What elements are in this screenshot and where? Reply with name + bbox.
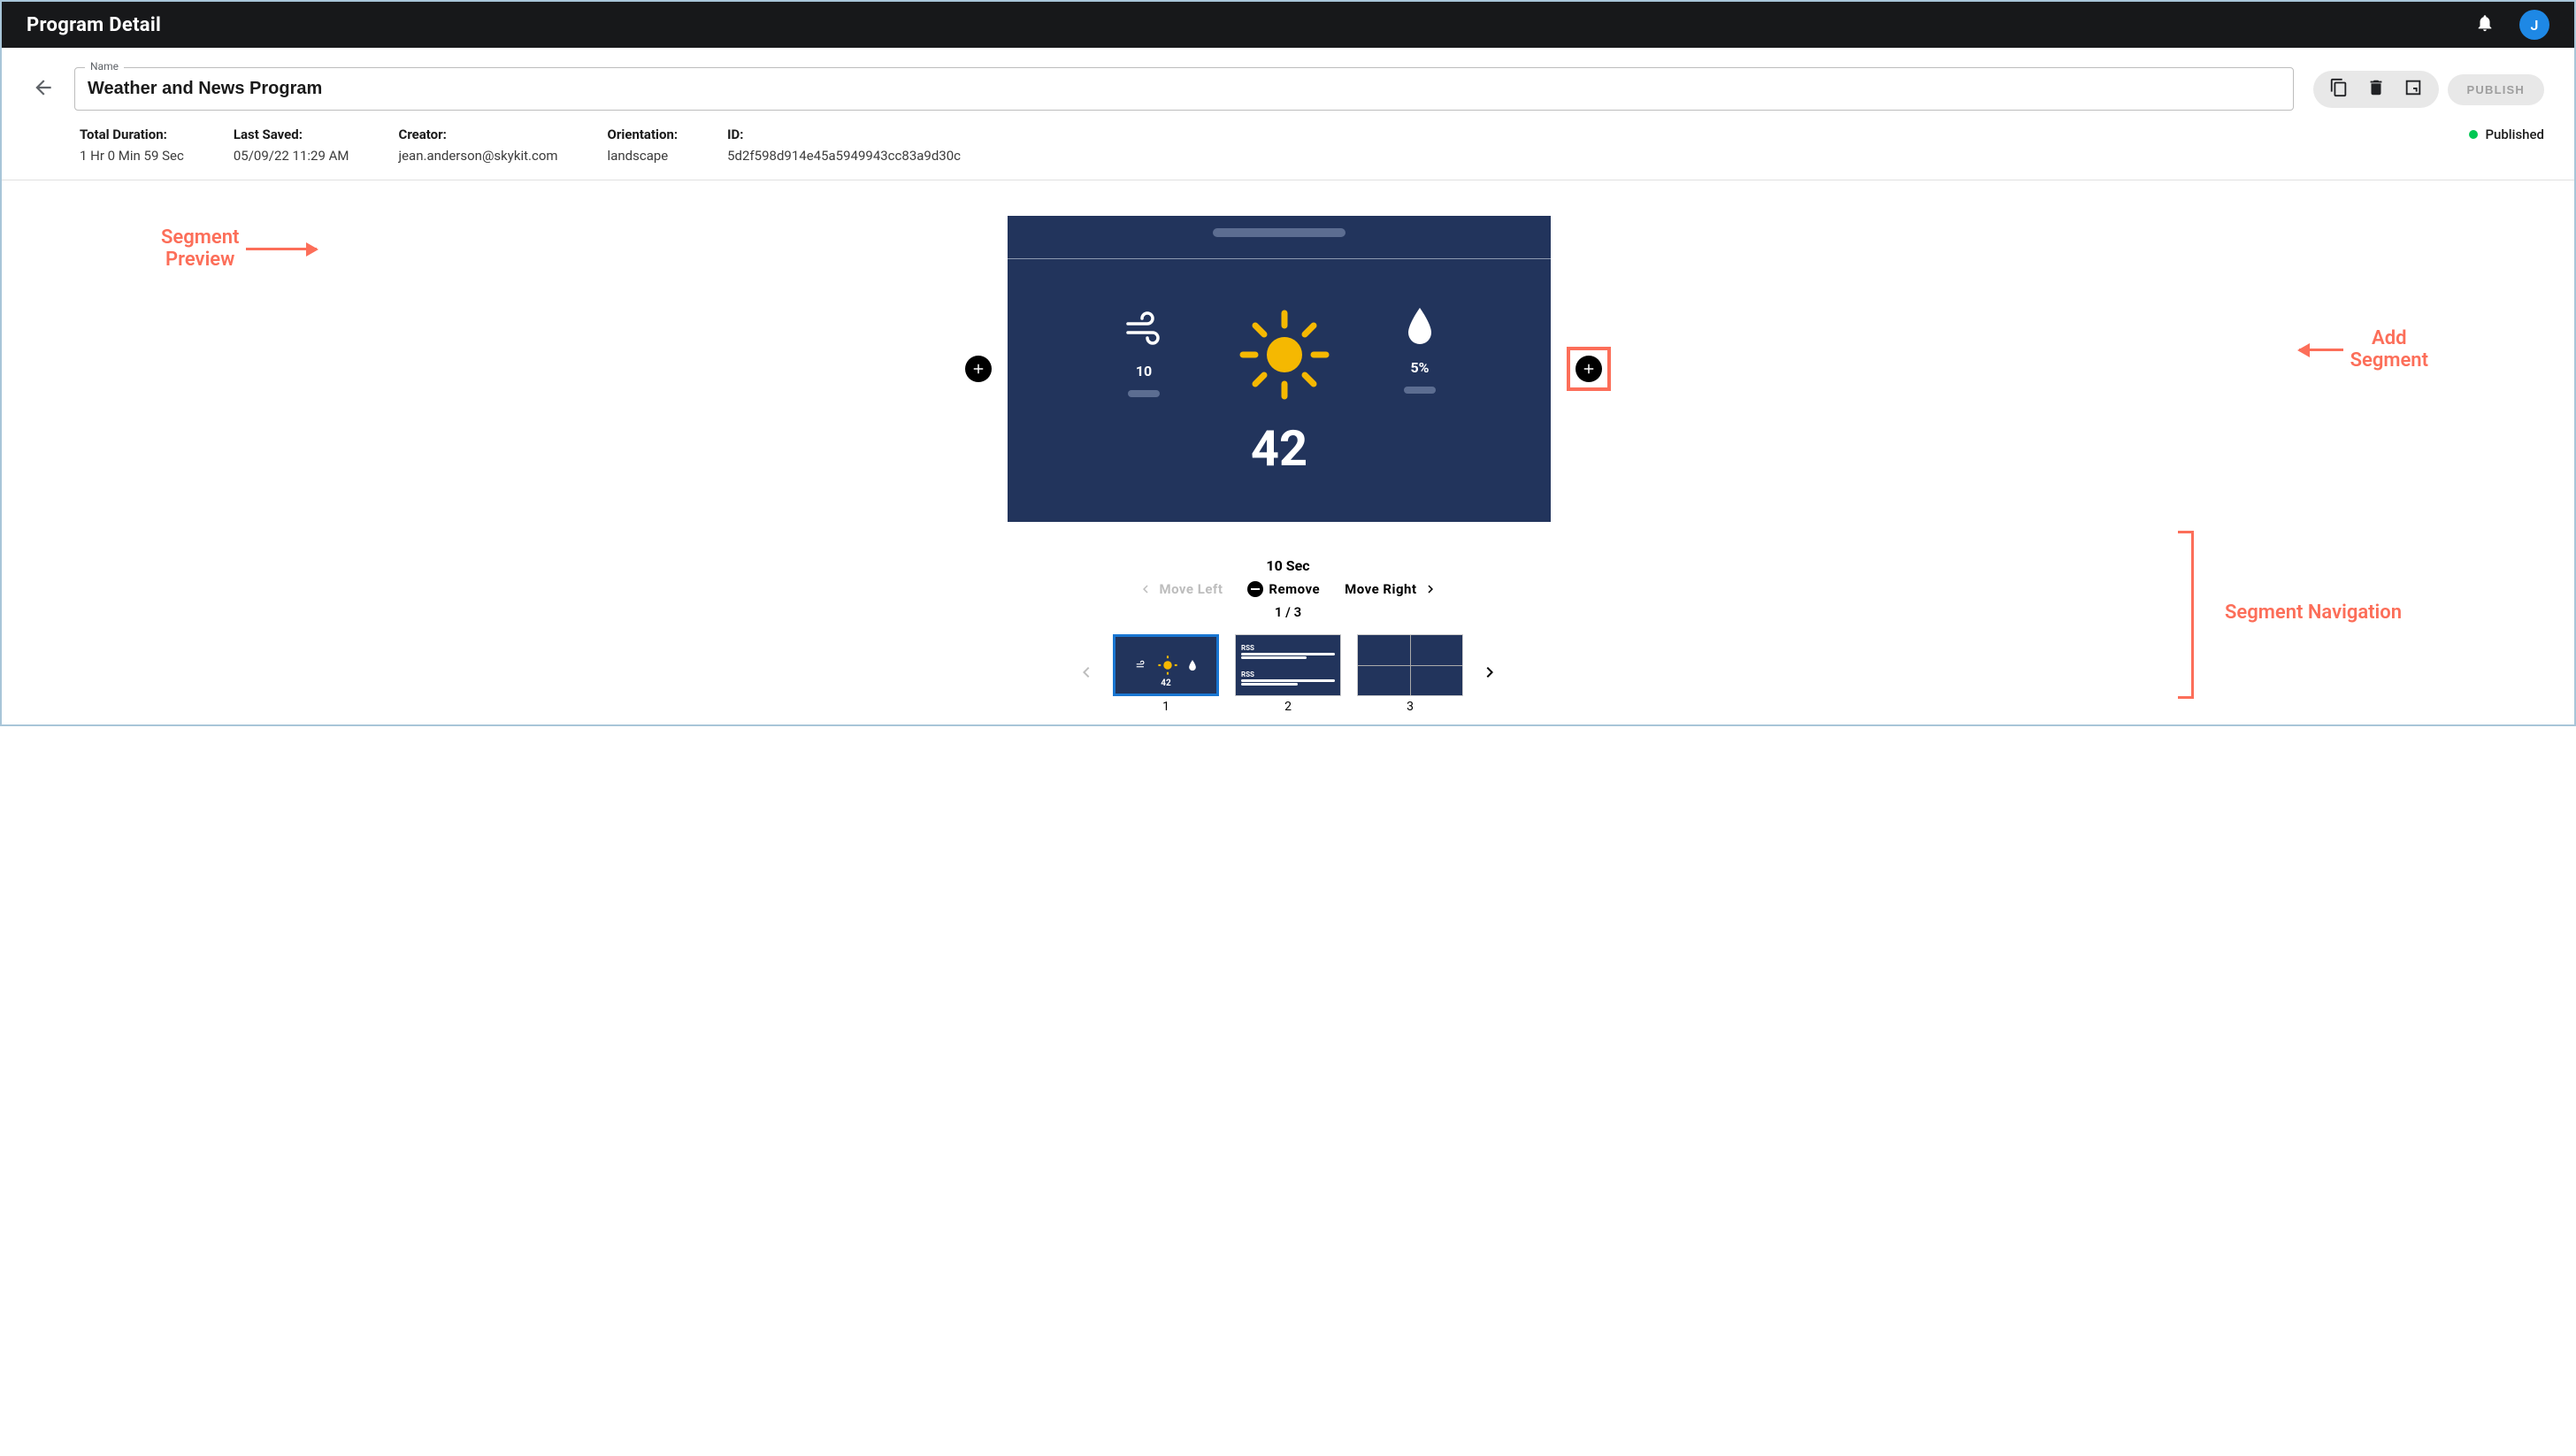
fullscreen-icon[interactable]: [2404, 78, 2423, 101]
meta-row: Total Duration: 1 Hr 0 Min 59 Sec Last S…: [2, 126, 2574, 164]
next-thumbs-button[interactable]: [1479, 662, 1500, 686]
segment-navigation: Segment Navigation 10 Sec Move Left Remo…: [2, 531, 2574, 724]
annotation-segment-nav: Segment Navigation: [2225, 602, 2402, 624]
remove-button[interactable]: Remove: [1247, 581, 1320, 597]
sun-icon: [1236, 306, 1333, 407]
copy-icon[interactable]: [2329, 78, 2349, 101]
delete-icon[interactable]: [2366, 78, 2386, 101]
meta-creator: Creator: jean.anderson@skykit.com: [399, 126, 558, 164]
name-label: Name: [85, 60, 124, 73]
segment-preview[interactable]: 10 5% 42: [1008, 216, 1551, 522]
meta-id: ID: 5d2f598d914e45a5949943cc83a9d30c: [727, 126, 961, 164]
thumb-label-3: 3: [1407, 700, 1414, 714]
prev-thumbs-button[interactable]: [1076, 662, 1097, 686]
preview-area: Segment Preview 10: [2, 180, 2574, 531]
add-segment-left-button[interactable]: [965, 356, 992, 382]
move-right-button[interactable]: Move Right: [1345, 581, 1438, 597]
header-actions: J: [2475, 10, 2549, 40]
status-badge: Published: [2469, 126, 2544, 142]
drop-icon: [1405, 306, 1435, 349]
icon-toolbar: [2313, 71, 2439, 108]
status-dot-icon: [2469, 130, 2478, 139]
back-icon[interactable]: [32, 67, 55, 103]
thumb-1[interactable]: 42: [1113, 634, 1219, 696]
thumb-3[interactable]: [1357, 634, 1463, 696]
meta-orientation: Orientation: landscape: [608, 126, 678, 164]
meta-duration: Total Duration: 1 Hr 0 Min 59 Sec: [80, 126, 184, 164]
app-header: Program Detail J: [2, 2, 2574, 48]
thumb-label-2: 2: [1284, 700, 1292, 714]
wind-icon: [1123, 306, 1165, 352]
thumb-2[interactable]: RSS RSS: [1235, 634, 1341, 696]
remove-icon: [1247, 581, 1263, 597]
segment-duration: 10 Sec: [1266, 557, 1309, 574]
name-field: Name: [74, 67, 2294, 111]
avatar[interactable]: J: [2519, 10, 2549, 40]
thumb-label-1: 1: [1162, 700, 1169, 714]
wind-value: 10: [1136, 363, 1152, 379]
add-segment-right-button[interactable]: [1576, 356, 1602, 382]
drag-handle-icon[interactable]: [1213, 228, 1346, 237]
bell-icon[interactable]: [2475, 13, 2495, 36]
name-input[interactable]: [74, 67, 2294, 111]
annotation-add-segment: Add Segment: [2299, 327, 2428, 372]
meta-saved: Last Saved: 05/09/22 11:29 AM: [234, 126, 349, 164]
toolbar: PUBLISH: [2313, 71, 2544, 108]
segment-counter: 1 / 3: [1275, 604, 1301, 620]
publish-button[interactable]: PUBLISH: [2448, 74, 2544, 105]
humidity-value: 5%: [1410, 359, 1429, 376]
temperature-value: 42: [1008, 419, 1551, 478]
annotation-segment-preview: Segment Preview: [161, 226, 317, 271]
page-title: Program Detail: [27, 14, 161, 36]
move-left-button[interactable]: Move Left: [1138, 581, 1223, 597]
content-header: Name PUBLISH: [2, 48, 2574, 126]
